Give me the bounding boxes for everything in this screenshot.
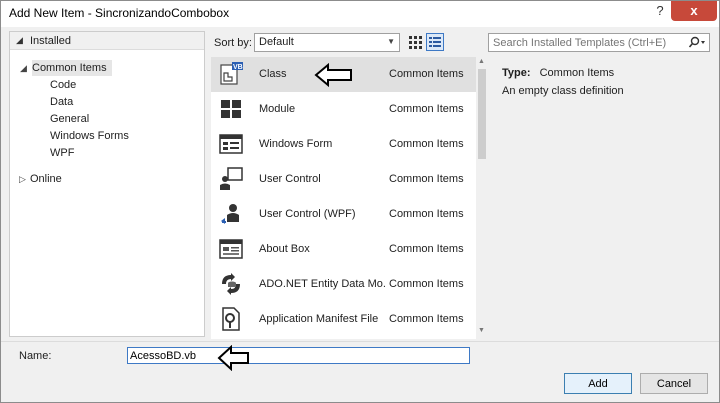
template-item-application-manifest[interactable]: Application Manifest File Common Items xyxy=(211,302,476,337)
search-input[interactable] xyxy=(493,35,683,50)
template-name: Application Manifest File xyxy=(259,313,379,325)
scroll-down-icon[interactable]: ▼ xyxy=(478,327,485,334)
tree-item-windows-forms[interactable]: Windows Forms xyxy=(50,128,129,144)
template-category: Common Items xyxy=(389,103,464,115)
template-item-windows-form[interactable]: Windows Form Common Items xyxy=(211,127,476,162)
details-description: An empty class definition xyxy=(502,85,624,97)
user-control-wpf-icon xyxy=(221,204,239,224)
type-value: Common Items xyxy=(539,67,615,79)
template-name: About Box xyxy=(259,243,310,255)
template-item-user-control-wpf[interactable]: User Control (WPF) Common Items xyxy=(211,197,476,232)
template-category: Common Items xyxy=(389,173,464,185)
collapse-triangle-icon: ◢ xyxy=(16,35,23,45)
template-list-scrollbar[interactable]: ▲ ▼ xyxy=(476,57,488,339)
divider xyxy=(1,341,719,342)
list-view-icon xyxy=(429,37,441,47)
left-arrow-annotation-icon xyxy=(314,63,352,87)
sort-by-dropdown[interactable]: Default ▼ xyxy=(254,33,400,52)
cancel-button[interactable]: Cancel xyxy=(640,373,708,394)
tree-item-data[interactable]: Data xyxy=(50,94,73,110)
windows-form-icon xyxy=(219,134,243,154)
tree-item-label: Windows Forms xyxy=(50,130,129,142)
grid-view-icon xyxy=(409,36,422,49)
template-name: ADO.NET Entity Data Mo... xyxy=(259,278,387,290)
tree-item-wpf[interactable]: WPF xyxy=(50,145,74,161)
title-bar: Add New Item - SincronizandoCombobox ? x xyxy=(1,1,719,27)
details-type: Type: Common Items xyxy=(502,67,614,79)
search-icon[interactable] xyxy=(687,36,707,50)
template-category: Common Items xyxy=(389,313,464,325)
list-view-button[interactable] xyxy=(426,33,444,51)
details-pane: Type: Common Items An empty class defini… xyxy=(494,57,710,339)
template-name: Windows Form xyxy=(259,138,333,150)
template-name: User Control (WPF) xyxy=(259,208,356,220)
add-new-item-dialog: Add New Item - SincronizandoCombobox ? x… xyxy=(0,0,720,403)
about-box-icon xyxy=(219,239,243,259)
type-label: Type: xyxy=(502,67,531,79)
template-category: Common Items xyxy=(389,138,464,150)
sort-by-value: Default xyxy=(259,36,294,48)
category-tree: ◢ Installed ◢ Common Items Code Data Gen… xyxy=(9,31,205,337)
tree-item-label: Common Items xyxy=(32,62,107,74)
scrollbar-thumb[interactable] xyxy=(478,69,486,159)
chevron-down-icon: ▼ xyxy=(387,37,395,46)
expanded-triangle-icon: ◢ xyxy=(20,63,27,73)
tree-item-general[interactable]: General xyxy=(50,111,89,127)
template-category: Common Items xyxy=(389,68,464,80)
tree-item-label: Code xyxy=(50,79,77,91)
tree-item-common-items[interactable]: ◢ Common Items xyxy=(20,60,112,76)
template-category: Common Items xyxy=(389,278,464,290)
window-title: Add New Item - SincronizandoCombobox xyxy=(9,6,230,20)
tree-item-code[interactable]: Code xyxy=(50,77,76,93)
tree-item-label: General xyxy=(50,113,90,125)
scroll-up-icon[interactable]: ▲ xyxy=(478,58,485,65)
name-label: Name: xyxy=(19,350,52,362)
sort-by-label: Sort by: xyxy=(214,37,252,49)
template-list: VB Class Common Items Module Common Item… xyxy=(211,57,476,339)
help-button[interactable]: ? xyxy=(649,1,671,21)
tree-item-online[interactable]: ▷ Online xyxy=(19,171,62,187)
template-item-module[interactable]: Module Common Items xyxy=(211,92,476,127)
user-control-icon xyxy=(220,167,243,190)
search-templates-box[interactable] xyxy=(488,33,710,52)
tree-item-label: WPF xyxy=(50,147,75,159)
template-name: User Control xyxy=(259,173,321,185)
left-arrow-annotation-icon xyxy=(217,345,249,371)
template-item-user-control[interactable]: User Control Common Items xyxy=(211,162,476,197)
add-button[interactable]: Add xyxy=(564,373,632,394)
svg-text:VB: VB xyxy=(233,64,243,71)
collapsed-triangle-icon: ▷ xyxy=(19,174,26,184)
template-item-about-box[interactable]: About Box Common Items xyxy=(211,232,476,267)
installed-label: Installed xyxy=(30,35,71,47)
tree-item-label: Data xyxy=(50,96,74,108)
entity-data-model-icon xyxy=(222,273,240,295)
template-category: Common Items xyxy=(389,208,464,220)
manifest-icon xyxy=(222,307,240,331)
template-name: Module xyxy=(259,103,296,115)
template-item-ado-net-entity-data-model[interactable]: ADO.NET Entity Data Mo... Common Items xyxy=(211,267,476,302)
module-icon xyxy=(221,100,241,118)
close-button[interactable]: x xyxy=(671,1,717,21)
template-category: Common Items xyxy=(389,243,464,255)
name-field[interactable] xyxy=(127,347,470,364)
installed-header[interactable]: ◢ Installed xyxy=(10,32,204,50)
tree-item-label: Online xyxy=(30,173,62,185)
class-vb-icon: VB xyxy=(220,62,243,85)
grid-view-button[interactable] xyxy=(406,33,424,51)
